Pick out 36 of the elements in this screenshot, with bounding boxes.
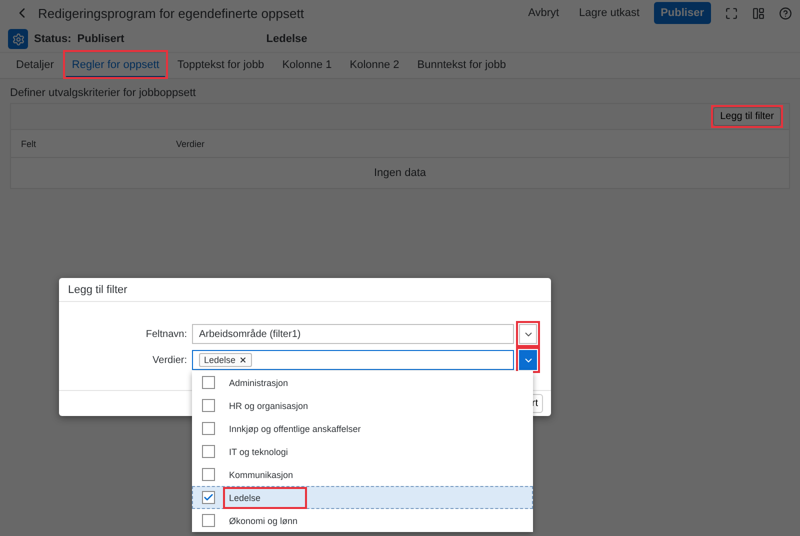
help-icon[interactable] (779, 6, 792, 20)
input-field[interactable]: Arbeidsområde (filter1) (192, 324, 514, 344)
add-filter-button[interactable]: Legg til filter (713, 107, 781, 126)
checkbox[interactable] (202, 491, 215, 504)
status-value: Publisert (77, 33, 126, 45)
option-item[interactable]: Innkjøp og offentlige anskaffelser (192, 417, 533, 440)
remove-icon[interactable] (238, 356, 247, 364)
layout-name: Ledelse (266, 33, 308, 45)
empty-message: Ingen data (374, 167, 426, 179)
dropdown-button[interactable] (519, 324, 537, 344)
dialog-title: Legg til filter (68, 284, 128, 296)
column-header: Felt (21, 138, 38, 148)
layout-icon[interactable] (752, 6, 765, 20)
status-label: Status: (34, 33, 72, 45)
option-item[interactable]: Økonomi og lønn (192, 509, 533, 532)
checkbox[interactable] (202, 445, 215, 458)
checkbox[interactable] (202, 468, 215, 481)
option-item[interactable]: Kommunikasjon (192, 463, 533, 486)
checkbox[interactable] (202, 399, 215, 412)
value-token[interactable]: Ledelse (199, 353, 252, 367)
settings-icon[interactable] (8, 29, 28, 49)
option-item[interactable]: Administrasjon (192, 371, 533, 394)
field-label: Verdier: (152, 354, 187, 366)
option-item[interactable]: Ledelse (192, 486, 533, 509)
option-item[interactable]: HR og organisasjon (192, 394, 533, 417)
option-item[interactable]: IT og teknologi (192, 440, 533, 463)
input-field[interactable]: Ledelse (192, 350, 514, 370)
dropdown-button[interactable] (519, 350, 537, 370)
page-title: Redigeringsprogram for egendefinerte oppsett (38, 6, 305, 20)
column-header: Verdier (176, 138, 206, 148)
checkbox[interactable] (202, 422, 215, 435)
checkbox[interactable] (202, 376, 215, 389)
section-title: Definer utvalgskriterier for jobboppsett (10, 87, 197, 99)
field-label: Feltnavn: (144, 328, 187, 340)
checkbox[interactable] (202, 514, 215, 527)
fullscreen-icon[interactable] (725, 6, 738, 20)
